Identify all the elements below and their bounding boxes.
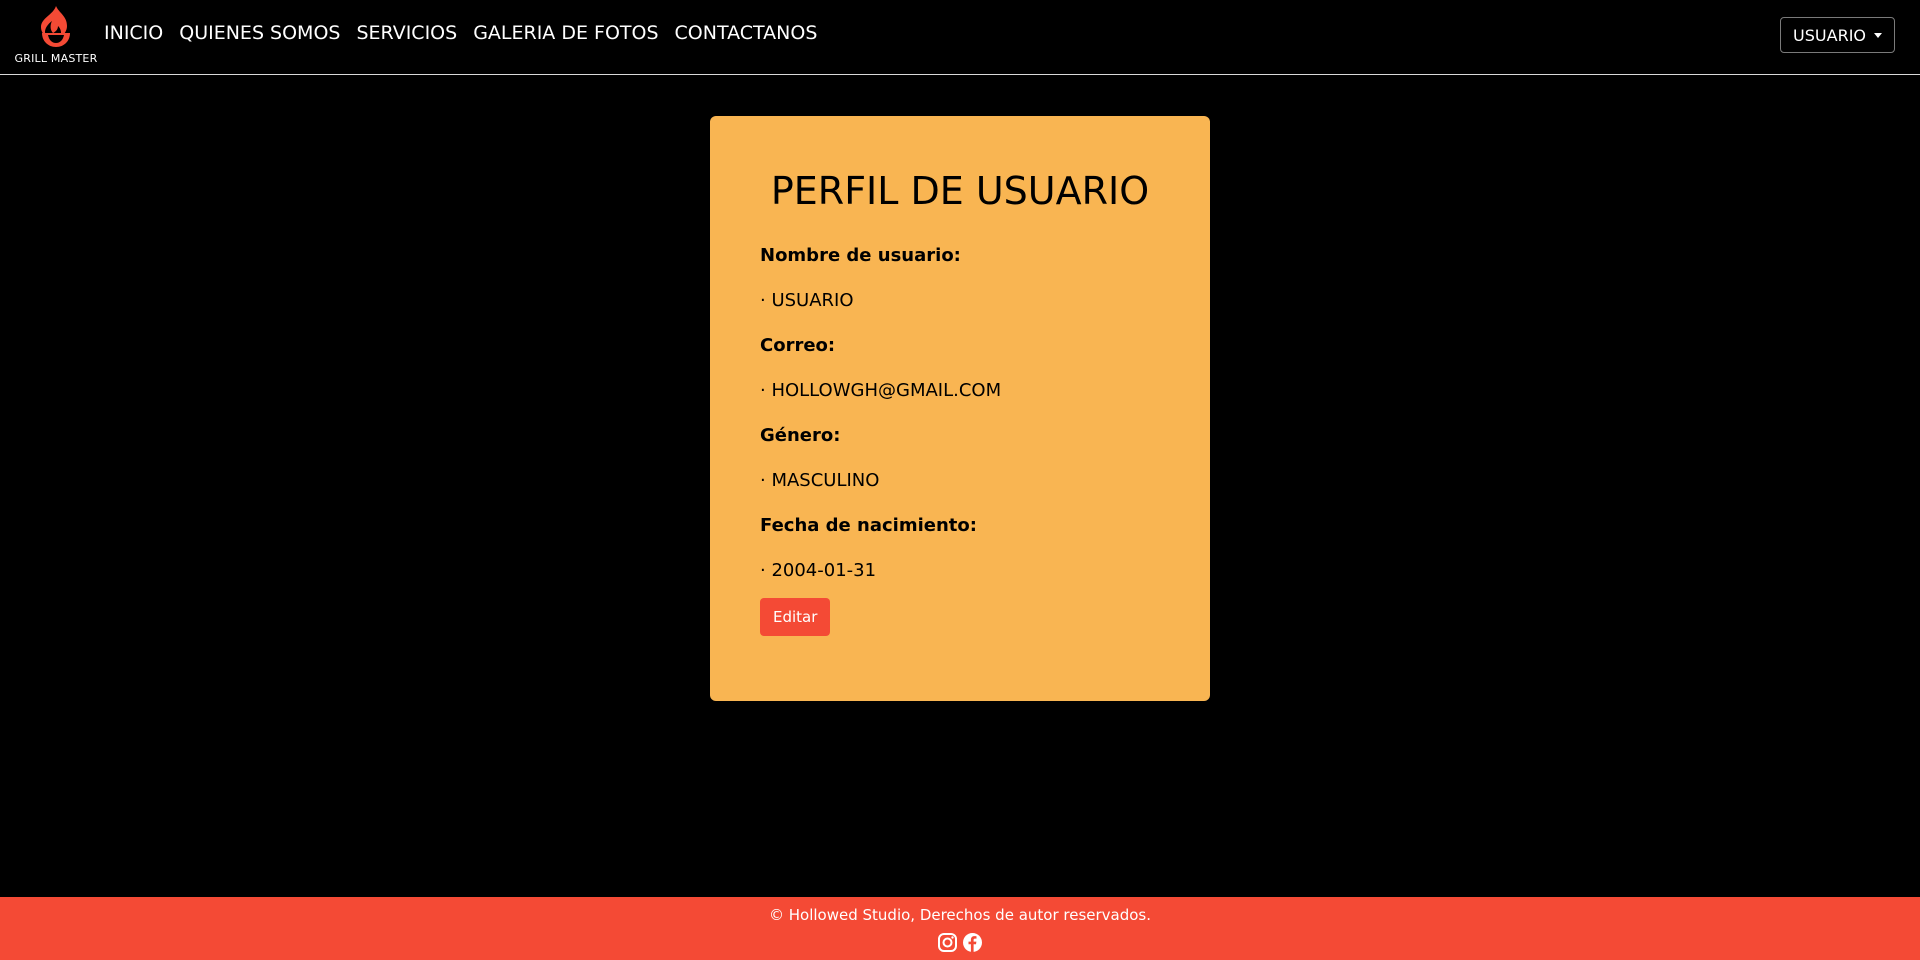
email-value: · HOLLOWGH@GMAIL.COM <box>760 380 1002 401</box>
page-title: PERFIL DE USUARIO <box>770 169 1150 213</box>
birthdate-label: Fecha de nacimiento: <box>760 515 977 536</box>
birthdate-value: · 2004-01-31 <box>760 560 877 581</box>
nav-item-servicios[interactable]: SERVICIOS <box>356 20 457 46</box>
flame-grill-icon <box>41 6 70 47</box>
edit-button[interactable]: Editar <box>760 598 831 636</box>
username-value: · USUARIO <box>760 290 854 311</box>
gender-value: · MASCULINO <box>760 470 880 491</box>
email-label: Correo: <box>760 335 836 356</box>
profile-card: PERFIL DE USUARIO Nombre de usuario: · U… <box>710 116 1210 701</box>
user-menu-button[interactable]: USUARIO <box>1780 17 1895 53</box>
nav-item-galeria[interactable]: GALERIA DE FOTOS <box>473 20 658 46</box>
nav-item-contactanos[interactable]: CONTACTANOS <box>675 20 818 46</box>
navbar: GRILL MASTER INICIO QUIENES SOMOS SERVIC… <box>0 0 1920 75</box>
brand-logo[interactable]: GRILL MASTER <box>14 4 98 66</box>
facebook-icon[interactable] <box>962 932 983 953</box>
nav-item-quienes-somos[interactable]: QUIENES SOMOS <box>179 20 340 46</box>
main-nav: INICIO QUIENES SOMOS SERVICIOS GALERIA D… <box>104 20 833 46</box>
user-menu-label: USUARIO <box>1793 25 1866 45</box>
copyright-text: © Hollowed Studio, Derechos de autor res… <box>768 906 1152 924</box>
username-label: Nombre de usuario: <box>760 245 961 266</box>
gender-label: Género: <box>760 425 841 446</box>
nav-item-inicio[interactable]: INICIO <box>104 20 163 46</box>
social-links <box>0 932 1920 953</box>
footer: © Hollowed Studio, Derechos de autor res… <box>0 897 1920 960</box>
instagram-icon[interactable] <box>937 932 958 953</box>
caret-down-icon <box>1874 32 1882 38</box>
brand-name: GRILL MASTER <box>14 52 98 65</box>
